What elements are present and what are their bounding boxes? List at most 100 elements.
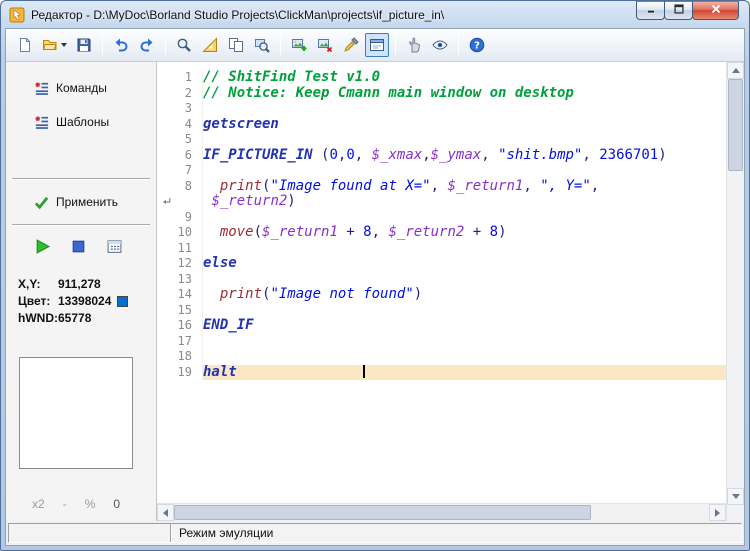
- copy-button[interactable]: [224, 33, 248, 57]
- code-editor[interactable]: 1// ShitFind Test v1.0 2// Notice: Keep C…: [156, 62, 744, 521]
- scroll-left-button[interactable]: [157, 504, 174, 521]
- code-line: 19 halt: [157, 364, 726, 380]
- maximize-button[interactable]: [664, 1, 693, 20]
- ruler-button[interactable]: [198, 33, 222, 57]
- hand-icon: [406, 37, 422, 53]
- xy-value: 911,278: [58, 277, 101, 291]
- stop-icon: [70, 238, 90, 255]
- code-lines[interactable]: 1// ShitFind Test v1.0 2// Notice: Keep C…: [157, 62, 726, 503]
- zoom-dash: -: [62, 497, 67, 511]
- scroll-left-icon: [163, 508, 168, 517]
- code-line: 14 print("Image not found"): [157, 287, 726, 303]
- close-button[interactable]: [692, 1, 739, 20]
- separator: [12, 178, 150, 180]
- code-line: 1// ShitFind Test v1.0: [157, 70, 726, 86]
- code-line: 7: [157, 163, 726, 179]
- window-toggle-button[interactable]: [365, 33, 389, 57]
- code-text: // ShitFind Test v1.0: [203, 70, 381, 85]
- sidebar-item-templates[interactable]: Шаблоны: [6, 112, 156, 132]
- code-line: 4 getscreen: [157, 116, 726, 132]
- separator: [12, 224, 150, 226]
- stop-button[interactable]: [70, 236, 90, 256]
- run-controls: [6, 236, 156, 256]
- play-button[interactable]: [34, 236, 54, 256]
- sidebar-item-commands[interactable]: Команды: [6, 78, 156, 98]
- eye-button[interactable]: [428, 33, 452, 57]
- hand-button[interactable]: [402, 33, 426, 57]
- hwnd-readout: hWND: 65778: [6, 310, 156, 327]
- add-picture-button[interactable]: [287, 33, 311, 57]
- app-icon: [9, 7, 25, 23]
- xy-label: X,Y:: [18, 277, 41, 291]
- help-icon: ?: [469, 37, 485, 53]
- calendar-icon: [106, 238, 126, 255]
- maximize-icon: [672, 2, 686, 19]
- horizontal-scrollbar[interactable]: [157, 503, 726, 521]
- save-button[interactable]: [72, 33, 96, 57]
- main-content: Команды Шаблоны Применить X,Y: 911,278 Ц…: [6, 62, 744, 521]
- scroll-right-button[interactable]: [709, 504, 726, 521]
- picture-button[interactable]: [313, 33, 337, 57]
- line-number: 7: [157, 163, 203, 179]
- minimize-icon: [644, 2, 658, 19]
- zoom-button[interactable]: [172, 33, 196, 57]
- code-line: 18: [157, 349, 726, 365]
- new-file-icon: [17, 37, 33, 53]
- code-text: move($_return1 + 8, $_return2 + 8): [219, 225, 507, 240]
- help-button[interactable]: ?: [465, 33, 489, 57]
- code-line: 13: [157, 271, 726, 287]
- color-picker-button[interactable]: [339, 33, 363, 57]
- zoom-value: 0: [113, 497, 121, 511]
- vertical-scrollbar[interactable]: [726, 62, 744, 521]
- window-toggle-icon: [369, 37, 385, 53]
- code-line: 8 print("Image found at X=", $_return1, …: [157, 178, 726, 194]
- redo-icon: [139, 37, 155, 53]
- scroll-up-button[interactable]: [727, 62, 744, 79]
- status-bar: Режим эмуляции: [6, 521, 744, 545]
- scroll-down-icon: [731, 494, 740, 499]
- code-line: 12 else: [157, 256, 726, 272]
- zoom-icon: [176, 37, 192, 53]
- undo-button[interactable]: [109, 33, 133, 57]
- zoom-controls: x2 - % 0: [6, 497, 156, 511]
- open-folder-button[interactable]: [39, 33, 70, 57]
- title-bar[interactable]: Редактор - D:\MyDoc\Borland Studio Proje…: [5, 1, 745, 28]
- side-panel: Команды Шаблоны Применить X,Y: 911,278 Ц…: [6, 62, 156, 521]
- line-number: 9: [157, 209, 203, 225]
- schedule-button[interactable]: [106, 236, 126, 256]
- minimize-button[interactable]: [636, 1, 665, 20]
- code-text: halt: [203, 364, 726, 380]
- code-line: 5: [157, 132, 726, 148]
- editor-window: Редактор - D:\MyDoc\Borland Studio Proje…: [0, 0, 750, 551]
- horizontal-scroll-thumb[interactable]: [174, 505, 592, 520]
- preview-box: [19, 357, 133, 469]
- app-frame: ? Команды Шаблоны Применить X,Y: 911,278…: [5, 28, 745, 546]
- code-line: 16 END_IF: [157, 318, 726, 334]
- line-number: 15: [157, 302, 203, 318]
- new-file-button[interactable]: [13, 33, 37, 57]
- line-number: 8: [157, 178, 203, 194]
- zoom-factor[interactable]: x2: [32, 497, 45, 511]
- color-picker-icon: [343, 37, 359, 53]
- find-picture-icon: [254, 37, 270, 53]
- scroll-up-icon: [731, 68, 740, 73]
- code-text: IF_PICTURE_IN (0,0, $_xmax,$_ymax, "shit…: [203, 147, 667, 163]
- status-cell-left: [9, 524, 171, 542]
- scroll-down-button[interactable]: [727, 488, 744, 505]
- apply-label: Применить: [56, 195, 119, 209]
- line-number: 17: [157, 333, 203, 349]
- toolbar-separator: [102, 35, 103, 55]
- color-readout: Цвет: 13398024: [6, 293, 156, 310]
- code-text: // Notice: Keep Cmann main window on des…: [203, 85, 574, 101]
- status-text: Режим эмуляции: [179, 526, 274, 540]
- redo-button[interactable]: [135, 33, 159, 57]
- find-picture-button[interactable]: [250, 33, 274, 57]
- apply-button[interactable]: Применить: [6, 192, 156, 212]
- code-line: 6 IF_PICTURE_IN (0,0, $_xmax,$_ymax, "shi…: [157, 147, 726, 163]
- vertical-scroll-thumb[interactable]: [728, 79, 743, 171]
